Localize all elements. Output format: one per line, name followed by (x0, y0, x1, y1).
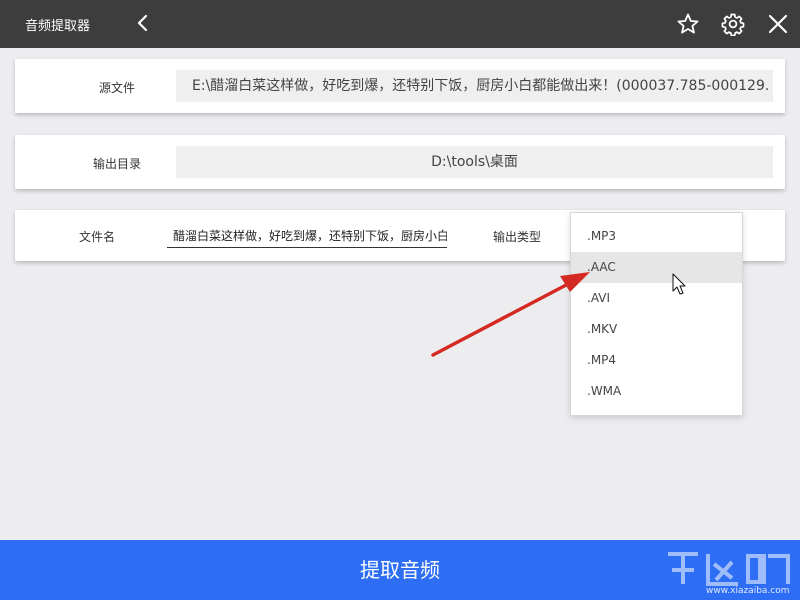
output-dir-label: 输出目录 (92, 157, 141, 171)
output-type-label: 输出类型 (492, 230, 541, 244)
star-icon (677, 13, 699, 34)
filename-input[interactable] (167, 224, 447, 248)
output-dir-field[interactable]: D:\tools\桌面 (176, 146, 773, 178)
extract-audio-button[interactable]: 提取音频 (0, 540, 800, 600)
source-file-label: 源文件 (98, 81, 135, 95)
red-arrow-icon (431, 272, 590, 357)
dropdown-option-aac[interactable]: .AAC (571, 252, 742, 283)
watermark-text: www.xiazaiba.com (706, 586, 790, 596)
output-type-dropdown[interactable]: .MP3 .AAC .AVI .MKV .MP4 .WMA (570, 212, 743, 416)
chevron-left-icon (137, 14, 148, 32)
back-button[interactable] (133, 12, 153, 34)
dropdown-option-wma[interactable]: .WMA (571, 376, 742, 407)
title-bar: 音频提取器 (0, 0, 800, 48)
app-title: 音频提取器 (25, 19, 91, 34)
dropdown-option-mp4[interactable]: .MP4 (571, 345, 742, 376)
close-icon (768, 14, 788, 34)
dropdown-option-mkv[interactable]: .MKV (571, 314, 742, 345)
source-file-field[interactable]: E:\醋溜白菜这样做，好吃到爆，还特别下饭，厨房小白都能做出来！(000037.… (176, 70, 773, 102)
favorite-button[interactable] (676, 12, 700, 36)
dropdown-option-avi[interactable]: .AVI (571, 283, 742, 314)
gear-icon (721, 13, 745, 37)
source-file-card: 源文件 E:\醋溜白菜这样做，好吃到爆，还特别下饭，厨房小白都能做出来！(000… (15, 59, 785, 113)
close-button[interactable] (766, 12, 790, 36)
output-dir-card: 输出目录 D:\tools\桌面 (15, 135, 785, 189)
settings-button[interactable] (721, 12, 745, 37)
filename-label: 文件名 (78, 230, 115, 244)
dropdown-option-mp3[interactable]: .MP3 (571, 221, 742, 252)
